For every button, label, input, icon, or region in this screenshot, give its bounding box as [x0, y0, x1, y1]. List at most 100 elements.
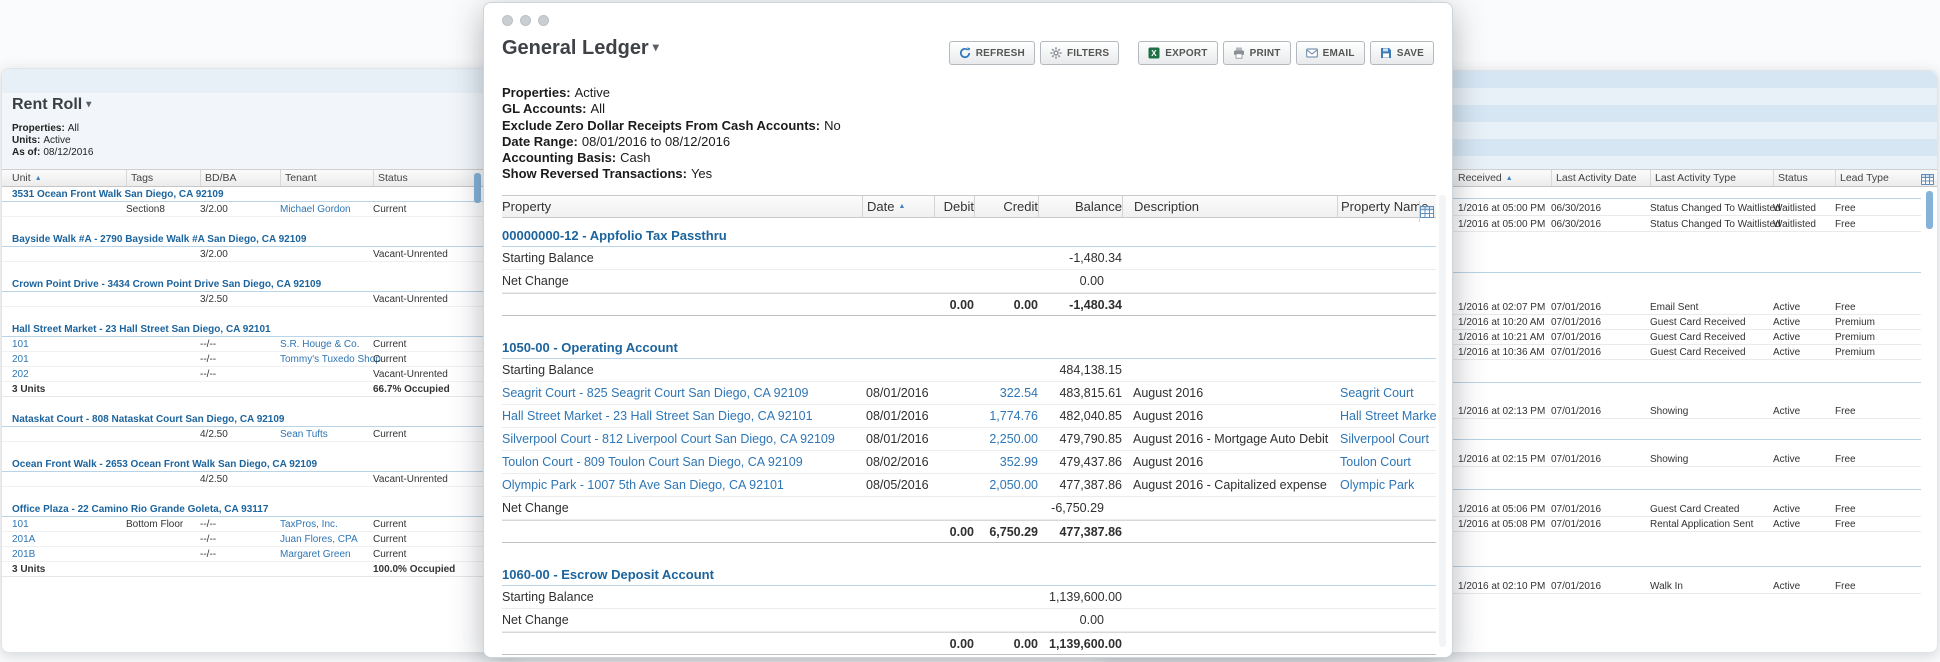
param-line: Properties: All: [12, 123, 93, 135]
property-group-link[interactable]: Office Plaza - 22 Camino Rio Grande Gole…: [12, 504, 268, 515]
column-header-last-activity-type[interactable]: Last Activity Type: [1650, 170, 1773, 186]
row-label: Net Change: [502, 274, 569, 288]
general-ledger-scrollbar[interactable]: [1439, 195, 1446, 647]
date-cell: 08/01/2016: [866, 409, 929, 423]
transaction-row: Olympic Park - 1007 5th Ave San Diego, C…: [502, 474, 1436, 497]
date-cell: 08/05/2016: [866, 478, 929, 492]
total-balance-cell: 477,387.86: [1059, 524, 1122, 539]
column-header-balance[interactable]: Balance: [1038, 196, 1122, 217]
property-group-link[interactable]: Bayside Walk #A - 2790 Bayside Walk #A S…: [12, 234, 306, 245]
column-header-credit[interactable]: Credit: [974, 196, 1038, 217]
unit-link[interactable]: 201A: [12, 534, 126, 545]
column-header-date[interactable]: Date ▲: [862, 196, 934, 217]
last-activity-type-cell: Showing: [1650, 405, 1689, 417]
unit-link[interactable]: 202: [12, 369, 126, 380]
column-header-bdba[interactable]: BD/BA: [200, 170, 280, 186]
floppy-save-icon: [1380, 47, 1392, 59]
received-cell: 1/2016 at 02:15 PM: [1458, 453, 1546, 465]
received-cell: 1/2016 at 05:08 PM: [1458, 518, 1546, 530]
property-name-link[interactable]: Seagrit Court: [1337, 386, 1436, 400]
credit-amount-link[interactable]: 352.99: [974, 455, 1038, 469]
guest-activity-scrollbar-thumb[interactable]: [1926, 191, 1933, 229]
general-ledger-column-headers: Property Date ▲ Debit Credit Balance Desc…: [502, 195, 1436, 222]
param-value: All: [67, 123, 79, 134]
property-name-link[interactable]: Hall Street Market: [1337, 409, 1436, 423]
received-cell: 1/2016 at 10:36 AM: [1458, 346, 1545, 358]
credit-amount-link[interactable]: 2,050.00: [974, 478, 1038, 492]
tenant-link[interactable]: S.R. Houge & Co.: [280, 339, 373, 350]
status-cell: Active: [1773, 405, 1801, 417]
refresh-button[interactable]: REFRESH: [948, 41, 1035, 65]
property-group-link[interactable]: 3531 Ocean Front Walk San Diego, CA 9210…: [12, 189, 224, 200]
tenant-link[interactable]: Margaret Green: [280, 549, 373, 560]
tenant-link[interactable]: Tommy's Tuxedo Shop: [280, 354, 381, 365]
column-header-tags[interactable]: Tags: [126, 170, 200, 186]
property-link[interactable]: Seagrit Court - 825 Seagrit Court San Di…: [502, 386, 862, 400]
property-group-link[interactable]: Crown Point Drive - 3434 Crown Point Dri…: [12, 279, 321, 290]
window-close-button[interactable]: [502, 15, 513, 26]
column-header-unit[interactable]: Unit ▲: [12, 170, 126, 186]
last-activity-type-cell: Walk In: [1650, 580, 1683, 592]
tenant-link[interactable]: Michael Gordon: [280, 204, 373, 215]
tags-cell: Section8: [126, 203, 165, 215]
unit-link[interactable]: 201B: [12, 549, 126, 560]
received-cell: 1/2016 at 02:10 PM: [1458, 580, 1546, 592]
balance-cell: 0.00: [1079, 274, 1104, 288]
email-button[interactable]: EMAIL: [1295, 41, 1365, 65]
gl-account-section-row: 00000000-12 - Appfolio Tax Passthru: [502, 224, 1436, 247]
status-cell: Active: [1773, 518, 1801, 530]
date-cell: 08/01/2016: [866, 386, 929, 400]
received-cell: 1/2016 at 10:20 AM: [1458, 316, 1545, 328]
window-maximize-button[interactable]: [538, 15, 549, 26]
column-header-last-activity-date[interactable]: Last Activity Date: [1551, 170, 1650, 186]
export-button[interactable]: X EXPORT: [1138, 41, 1218, 65]
column-header-description[interactable]: Description: [1122, 196, 1337, 217]
excel-export-icon: X: [1148, 47, 1160, 59]
column-header-received[interactable]: Received ▲: [1458, 170, 1551, 186]
grid-columns-icon[interactable]: [1419, 201, 1434, 222]
property-link[interactable]: Hall Street Market - 23 Hall Street San …: [502, 409, 862, 423]
gl-account-link[interactable]: 00000000-12 - Appfolio Tax Passthru: [502, 228, 727, 243]
property-link[interactable]: Silverpool Court - 812 Liverpool Court S…: [502, 432, 862, 446]
property-link[interactable]: Olympic Park - 1007 5th Ave San Diego, C…: [502, 478, 862, 492]
general-ledger-title[interactable]: General Ledger ▾: [502, 37, 659, 60]
credit-amount-link[interactable]: 322.54: [974, 386, 1038, 400]
last-activity-date-cell: 06/30/2016: [1551, 202, 1602, 214]
property-name-link[interactable]: Silverpool Court: [1337, 432, 1436, 446]
transaction-row: Silverpool Court - 812 Liverpool Court S…: [502, 428, 1436, 451]
lead-type-cell: Premium: [1835, 316, 1876, 328]
column-label: Unit: [12, 172, 31, 184]
property-group-link[interactable]: Ocean Front Walk - 2653 Ocean Front Walk…: [12, 459, 317, 470]
description-cell: August 2016: [1133, 455, 1204, 469]
property-name-link[interactable]: Toulon Court: [1337, 455, 1436, 469]
print-button[interactable]: PRINT: [1222, 41, 1291, 65]
property-name-link[interactable]: Olympic Park: [1337, 478, 1436, 492]
last-activity-date-cell: 07/01/2016: [1551, 301, 1602, 313]
sort-asc-icon: ▲: [34, 174, 42, 182]
property-group-row: Crown Point Drive - 3434 Crown Point Dri…: [2, 277, 520, 292]
save-button[interactable]: SAVE: [1369, 41, 1434, 65]
rent-roll-scrollbar-thumb[interactable]: [474, 173, 481, 203]
column-header-property[interactable]: Property: [502, 196, 862, 217]
unit-link[interactable]: 201: [12, 354, 126, 365]
unit-link[interactable]: 101: [12, 339, 126, 350]
window-minimize-button[interactable]: [520, 15, 531, 26]
credit-amount-link[interactable]: 1,774.76: [974, 409, 1038, 423]
tenant-link[interactable]: Juan Flores, CPA: [280, 534, 373, 545]
filters-button[interactable]: FILTERS: [1039, 41, 1120, 65]
gl-account-link[interactable]: 1060-00 - Escrow Deposit Account: [502, 567, 714, 582]
gl-account-link[interactable]: 1050-00 - Operating Account: [502, 340, 678, 355]
credit-amount-link[interactable]: 2,250.00: [974, 432, 1038, 446]
tenant-link[interactable]: Sean Tufts: [280, 429, 373, 440]
column-header-tenant[interactable]: Tenant: [280, 170, 373, 186]
tenant-link[interactable]: TaxPros, Inc.: [280, 519, 373, 530]
unit-link[interactable]: 101: [12, 519, 126, 530]
rent-roll-title[interactable]: Rent Roll ▾: [12, 96, 91, 114]
property-group-link[interactable]: Hall Street Market - 23 Hall Street San …: [12, 324, 271, 335]
property-group-link[interactable]: Nataskat Court - 808 Nataskat Court San …: [12, 414, 285, 425]
grid-columns-icon[interactable]: [1921, 172, 1934, 190]
bdba-cell: 3/2.00: [200, 203, 228, 215]
column-header-status[interactable]: Status: [1773, 170, 1835, 186]
column-header-debit[interactable]: Debit: [934, 196, 974, 217]
property-link[interactable]: Toulon Court - 809 Toulon Court San Dieg…: [502, 455, 862, 469]
